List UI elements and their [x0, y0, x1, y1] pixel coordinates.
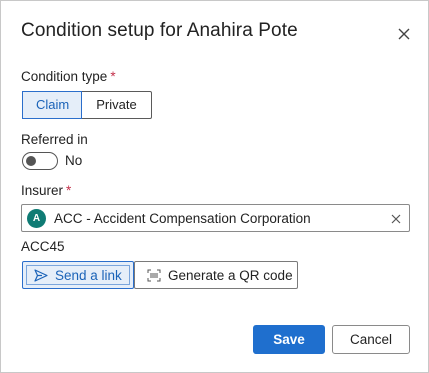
insurer-value: ACC - Accident Compensation Corporation	[54, 211, 311, 226]
generate-qr-code-label: Generate a QR code	[168, 268, 293, 283]
acc45-label: ACC45	[21, 239, 65, 254]
condition-type-claim-option[interactable]: Claim	[22, 91, 82, 119]
referred-in-state-text: No	[65, 153, 83, 168]
generate-qr-code-button[interactable]: Generate a QR code	[134, 261, 298, 289]
condition-type-private-option[interactable]: Private	[82, 92, 151, 118]
save-button[interactable]: Save	[253, 325, 325, 354]
required-mark: *	[66, 183, 72, 198]
send-link-button[interactable]: Send a link	[22, 261, 134, 289]
dialog-title: Condition setup for Anahira Pote	[21, 20, 298, 41]
condition-type-segmented-control: Claim Private	[22, 91, 152, 119]
send-icon	[34, 269, 48, 285]
insurer-avatar: A	[27, 209, 46, 228]
condition-type-label: Condition type *	[21, 69, 116, 84]
referred-in-label: Referred in	[21, 132, 88, 147]
close-icon[interactable]	[395, 25, 413, 43]
toggle-knob	[26, 156, 36, 166]
insurer-field[interactable]: A ACC - Accident Compensation Corporatio…	[21, 204, 410, 232]
insurer-label: Insurer *	[21, 183, 72, 198]
condition-setup-dialog: Condition setup for Anahira Pote Conditi…	[0, 0, 429, 373]
referred-in-toggle[interactable]	[22, 152, 58, 170]
required-mark: *	[110, 69, 116, 84]
clear-icon[interactable]	[390, 212, 402, 224]
qr-code-icon	[147, 269, 161, 285]
cancel-button[interactable]: Cancel	[332, 325, 410, 354]
send-link-label: Send a link	[55, 268, 122, 283]
